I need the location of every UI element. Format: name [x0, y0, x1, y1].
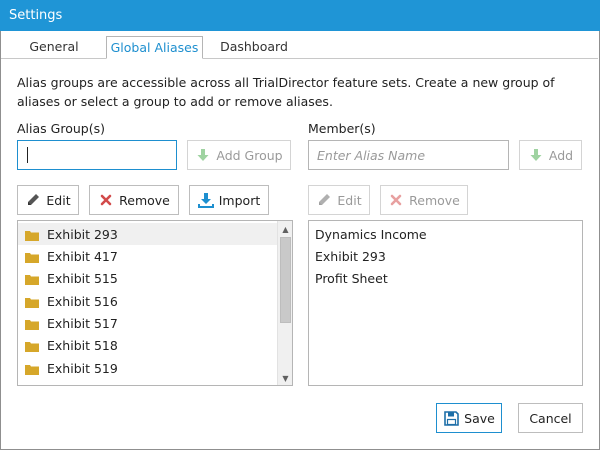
title-bar: Settings	[0, 0, 600, 31]
list-item[interactable]: Exhibit 519	[18, 357, 277, 379]
save-button[interactable]: Save	[436, 403, 502, 433]
list-item[interactable]: Exhibit 293	[18, 223, 277, 245]
scroll-up-icon[interactable]: ▲	[278, 222, 293, 236]
list-item[interactable]: Exhibit 518	[18, 334, 277, 356]
edit-member-button[interactable]: Edit	[308, 185, 370, 215]
add-member-label: Add	[548, 147, 574, 163]
list-item-label: Exhibit 515	[47, 270, 118, 286]
scroll-down-icon[interactable]: ▼	[278, 371, 293, 385]
folder-icon	[25, 296, 39, 308]
remove-x-icon	[388, 192, 404, 208]
list-item-label: Exhibit 519	[47, 360, 118, 376]
list-item[interactable]: Exhibit 516	[18, 290, 277, 312]
add-member-button[interactable]: Add	[519, 140, 582, 170]
members-list[interactable]: Dynamics Income Exhibit 293 Profit Sheet	[308, 220, 583, 386]
tab-divider	[1, 58, 598, 59]
add-group-button[interactable]: Add Group	[187, 140, 291, 170]
list-item-partial	[18, 379, 277, 386]
edit-group-button[interactable]: Edit	[17, 185, 79, 215]
list-item-label: Exhibit 516	[47, 293, 118, 309]
edit-group-label: Edit	[46, 192, 71, 208]
import-button[interactable]: Import	[189, 185, 269, 215]
list-item[interactable]: Exhibit 515	[18, 267, 277, 289]
text-caret	[27, 147, 28, 163]
folder-icon	[25, 363, 39, 375]
download-icon	[197, 192, 214, 208]
list-item-label: Exhibit 517	[47, 315, 118, 331]
folder-icon	[25, 229, 39, 241]
remove-group-label: Remove	[119, 192, 170, 208]
add-group-label: Add Group	[216, 147, 283, 163]
alias-groups-scrollbar[interactable]: ▲ ▼	[277, 221, 292, 385]
scroll-thumb[interactable]	[280, 237, 291, 323]
list-item[interactable]: Profit Sheet	[315, 268, 388, 290]
folder-icon	[25, 318, 39, 330]
list-item-label: Exhibit 518	[47, 337, 118, 353]
list-item[interactable]: Exhibit 293	[315, 246, 386, 268]
alias-name-input[interactable]	[308, 140, 509, 170]
arrow-down-icon	[528, 147, 544, 163]
floppy-disk-icon	[443, 410, 459, 426]
tab-global-aliases[interactable]: Global Aliases	[106, 36, 203, 59]
tab-dashboard[interactable]: Dashboard	[216, 36, 292, 59]
edit-member-label: Edit	[337, 192, 362, 208]
remove-group-button[interactable]: Remove	[89, 185, 179, 215]
remove-x-icon	[98, 192, 114, 208]
import-label: Import	[218, 192, 261, 208]
pencil-icon	[25, 192, 41, 208]
pencil-icon	[316, 192, 332, 208]
list-item[interactable]: Exhibit 417	[18, 245, 277, 267]
alias-group-input[interactable]	[17, 140, 177, 170]
folder-icon	[25, 273, 39, 285]
list-item-label: Exhibit 417	[47, 248, 118, 264]
list-item-label: Exhibit 293	[47, 226, 118, 242]
cancel-label: Cancel	[529, 410, 572, 426]
alias-groups-list[interactable]: Exhibit 293 Exhibit 417 Exhibit 515 Exhi…	[17, 220, 293, 386]
save-label: Save	[464, 410, 495, 426]
folder-icon	[25, 340, 39, 352]
tab-general[interactable]: General	[18, 36, 90, 59]
list-item[interactable]: Exhibit 517	[18, 312, 277, 334]
remove-member-label: Remove	[409, 192, 460, 208]
list-item[interactable]: Dynamics Income	[315, 224, 427, 246]
remove-member-button[interactable]: Remove	[380, 185, 468, 215]
folder-icon	[25, 251, 39, 263]
members-label: Member(s)	[308, 121, 376, 136]
window-title: Settings	[9, 8, 63, 23]
alias-groups-label: Alias Group(s)	[17, 121, 105, 136]
description-text: Alias groups are accessible across all T…	[17, 75, 555, 109]
folder-icon	[25, 385, 39, 386]
cancel-button[interactable]: Cancel	[518, 403, 583, 433]
arrow-down-icon	[195, 147, 211, 163]
